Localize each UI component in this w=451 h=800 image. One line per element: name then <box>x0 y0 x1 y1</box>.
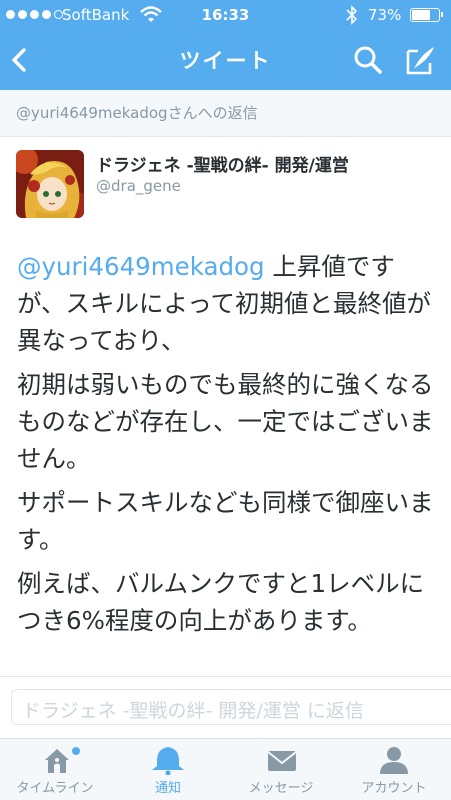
tweet-paragraph: 例えば、バルムンクですと1レベルにつき6%程度の向上があります。 <box>17 569 425 635</box>
tweet-paragraph: サポートスキルなども同様で御座います。 <box>17 488 434 554</box>
tab-label: アカウント <box>361 781 427 796</box>
bluetooth-icon <box>346 5 358 25</box>
tweet-paragraph: @yuri4649mekadog 上昇値ですが、スキルによって初期値と最終値が異… <box>17 252 432 355</box>
tab-label: タイムライン <box>16 781 94 796</box>
bell-icon <box>152 747 184 775</box>
search-button[interactable] <box>350 43 386 77</box>
reply-context[interactable]: @yuri4649mekadogさんへの返信 <box>0 90 451 137</box>
person-icon <box>380 747 408 774</box>
envelope-icon <box>267 751 297 771</box>
author-handle[interactable]: @dra_gene <box>96 177 181 195</box>
battery-percent: 73% <box>368 6 402 24</box>
tab-bar: タイムライン 通知 メッセージ アカウント <box>0 738 451 800</box>
reply-bar: ドラジェネ -聖戦の絆- 開発/運営 に返信 <box>0 676 451 738</box>
search-icon <box>354 46 382 74</box>
navigation-bar: ツイート <box>0 30 451 90</box>
battery-icon <box>410 8 443 22</box>
tab-label: 通知 <box>154 781 181 796</box>
app-header: SoftBank 16:33 73% ツイート <box>0 0 451 90</box>
author-name[interactable]: ドラジェネ -聖戦の絆- 開発/運営 <box>96 151 349 176</box>
avatar[interactable] <box>16 150 84 218</box>
compose-icon <box>406 47 434 75</box>
tweet-author[interactable]: ドラジェネ -聖戦の絆- 開発/運営 @dra_gene <box>16 150 436 222</box>
tab-label: メッセージ <box>248 781 314 796</box>
home-icon <box>45 747 80 773</box>
reply-input[interactable]: ドラジェネ -聖戦の絆- 開発/運営 に返信 <box>11 689 451 725</box>
tab-timeline[interactable]: タイムライン <box>0 739 110 800</box>
mention-link[interactable]: @yuri4649mekadog <box>17 252 265 281</box>
status-bar: SoftBank 16:33 73% <box>0 0 451 30</box>
avatar-image <box>16 150 84 218</box>
tab-account[interactable]: アカウント <box>339 739 449 800</box>
compose-button[interactable] <box>402 43 438 77</box>
tab-messages[interactable]: メッセージ <box>226 739 336 800</box>
tab-notifications[interactable]: 通知 <box>113 739 223 800</box>
tweet-paragraph: 初期は弱いものでも最終的に強くなるものなどが存在し、一定ではございません。 <box>17 370 434 473</box>
tweet-text: @yuri4649mekadog 上昇値ですが、スキルによって初期値と最終値が異… <box>17 248 437 646</box>
